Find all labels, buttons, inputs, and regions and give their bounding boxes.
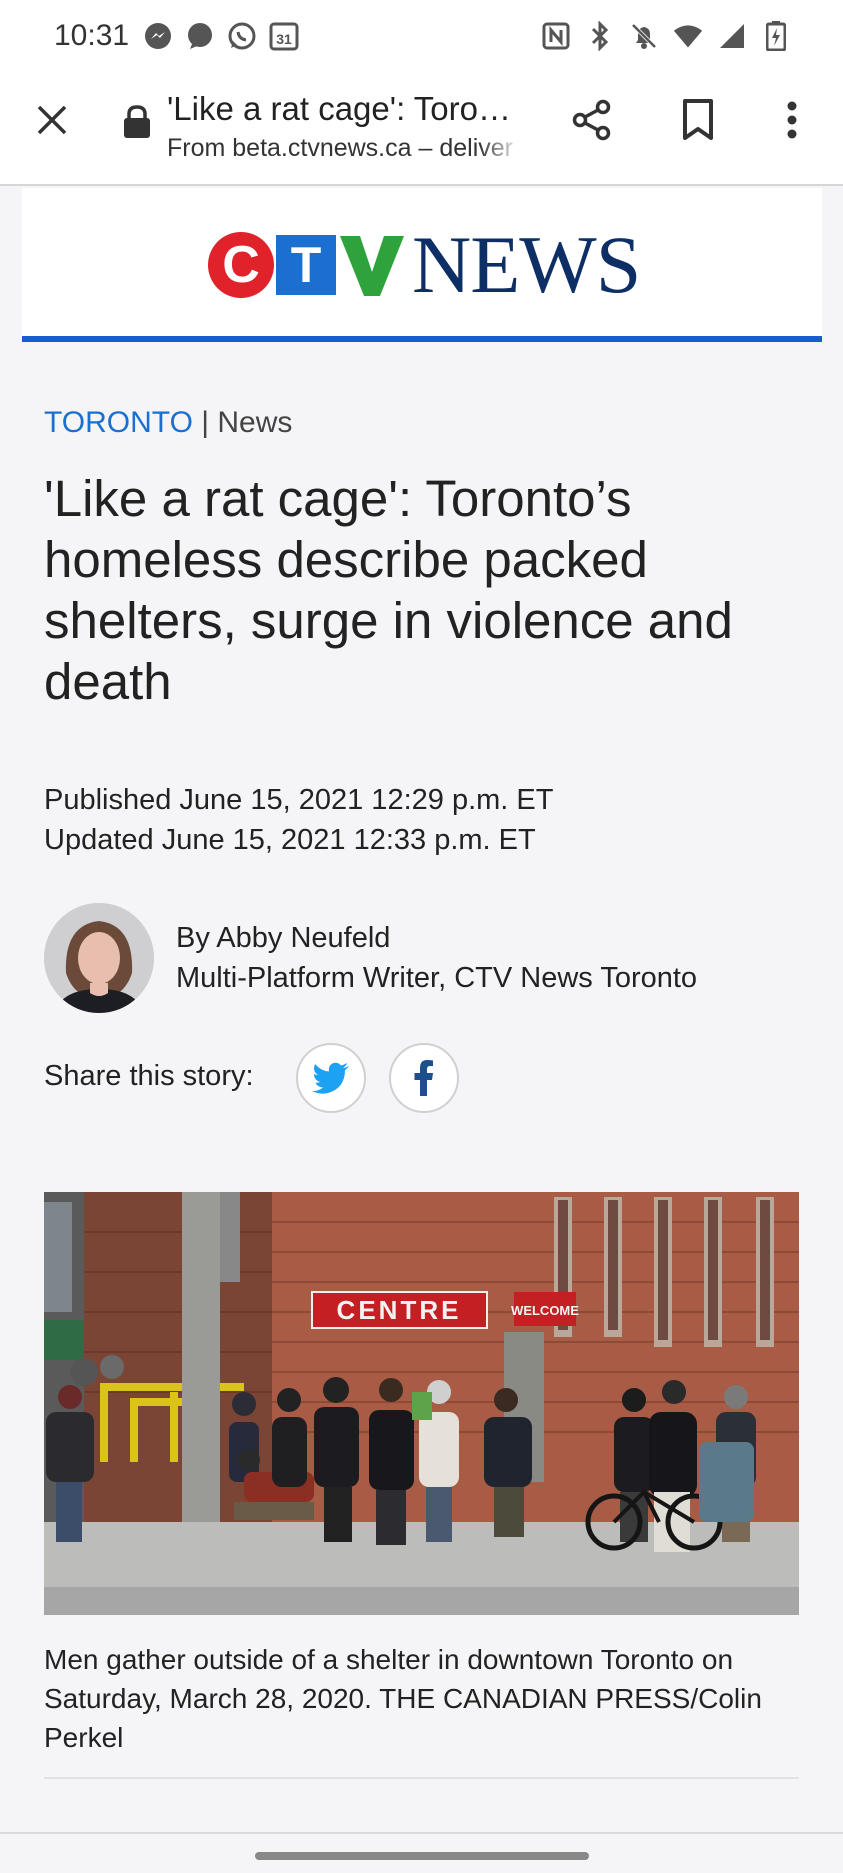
article-headline: 'Like a rat cage': Toronto’s homeless de… [44,470,733,710]
updated-date: Updated June 15, 2021 12:33 p.m. ET [44,824,536,856]
messenger-icon [143,21,173,51]
page-url[interactable]: From beta.ctvnews.ca – deliver [167,134,522,163]
logo-v-icon [340,236,404,296]
site-header: C T NEWS [22,188,822,342]
photo-caption: Men gather outside of a shelter in downt… [44,1644,762,1753]
notification-icons: 31 [143,21,299,51]
centre-sign: CENTRE [337,1295,462,1325]
custom-tab-toolbar: 'Like a rat cage': Toro… From beta.ctvne… [0,72,843,186]
twitter-share-button[interactable] [296,1043,366,1113]
calendar-day: 31 [276,31,292,47]
facebook-icon [414,1060,433,1096]
facebook-share-button[interactable] [389,1043,459,1113]
bookmark-button[interactable] [672,94,724,146]
battery-icon [761,21,791,51]
bookmark-icon [683,99,713,140]
chat-bubble-icon [185,21,215,51]
calendar-icon: 31 [269,21,299,51]
page-title[interactable]: 'Like a rat cage': Toro… [167,90,527,128]
ctv-news-logo[interactable]: C T NEWS [208,219,641,310]
system-icons [541,21,791,51]
lock-icon [124,105,150,138]
bluetooth-icon [585,21,615,51]
close-button[interactable] [28,96,76,144]
share-button[interactable] [566,94,618,146]
author-photo [44,903,154,1013]
gesture-handle[interactable] [255,1852,589,1860]
author-avatar[interactable] [44,903,154,1013]
welcome-sign: WELCOME [511,1303,579,1318]
author-title: Multi-Platform Writer, CTV News Toronto [176,962,698,994]
twitter-icon [312,1062,349,1094]
wifi-icon [673,21,703,51]
share-icon [572,99,611,141]
close-icon [37,105,67,135]
more-options-button[interactable] [770,94,814,146]
category-link[interactable]: TORONTO [44,406,193,439]
more-vert-icon [787,101,797,139]
divider [44,1777,799,1779]
share-label: Share this story: [44,1060,254,1092]
byline: By Abby Neufeld Multi-Platform Writer, C… [176,918,697,998]
breadcrumb: TORONTO | News [44,406,292,440]
status-bar: 10:31 31 [0,0,843,72]
shelter-photo: CENTRE WELCOME [44,1192,799,1615]
muted-bell-icon [629,21,659,51]
whatsapp-icon [227,21,257,51]
logo-news: NEWS [412,219,641,310]
published-date: Published June 15, 2021 12:29 p.m. ET [44,784,554,816]
section-label: News [217,406,293,439]
logo-c: C [208,232,274,298]
status-time: 10:31 [54,19,130,52]
article-dates: Published June 15, 2021 12:29 p.m. ET Up… [44,780,553,860]
author-name[interactable]: By Abby Neufeld [176,918,697,958]
nfc-icon [541,21,571,51]
article-photo[interactable]: CENTRE WELCOME [44,1192,799,1615]
logo-t: T [276,235,336,295]
category-separator: | [192,406,218,439]
signal-icon [717,21,747,51]
